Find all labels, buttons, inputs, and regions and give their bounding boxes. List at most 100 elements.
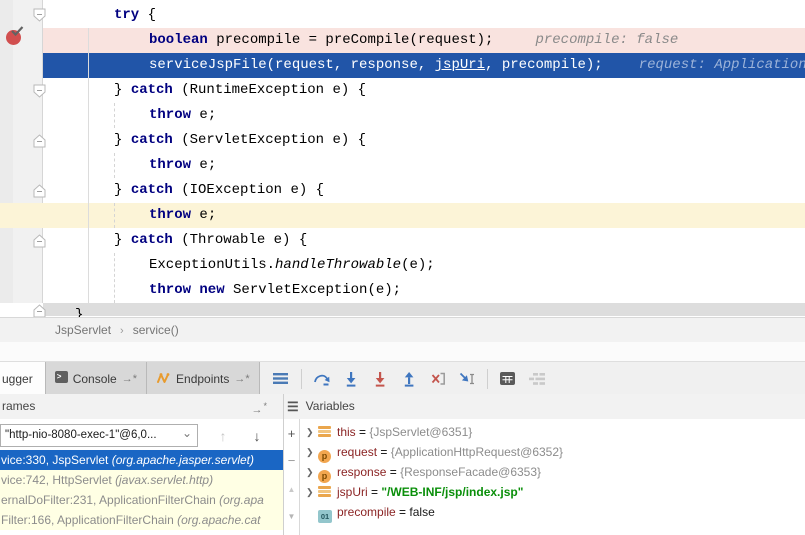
tab-label: Endpoints	[176, 372, 229, 386]
code-line[interactable]: boolean precompile = preCompile(request)…	[43, 28, 805, 53]
equals-sign: =	[356, 425, 370, 439]
drop-frame-button[interactable]	[429, 370, 447, 388]
fold-marker-up-icon[interactable]	[33, 234, 46, 248]
code-editor[interactable]: try {boolean precompile = preCompile(req…	[0, 0, 805, 317]
expand-chevron-icon[interactable]: ❯	[306, 442, 314, 462]
variable-row[interactable]: 01precompile = false	[300, 502, 805, 522]
code-token: catch	[131, 82, 173, 98]
fold-marker-up-icon[interactable]	[33, 304, 46, 317]
code-token: , precompile);	[485, 57, 603, 73]
code-token: throw	[149, 207, 191, 223]
code-token: throw	[149, 107, 191, 123]
code-token: throw	[149, 157, 191, 173]
code-token: jspUri	[435, 57, 485, 73]
thread-dropdown[interactable]: "http-nio-8080-exec-1"@6,0... ⌄	[0, 424, 198, 447]
code-line[interactable]: throw new ServletException(e);	[43, 278, 805, 303]
step-out-button[interactable]	[400, 370, 418, 388]
code-token: {	[139, 7, 156, 23]
layout-settings-button[interactable]	[528, 370, 546, 388]
code-token: }	[114, 182, 131, 198]
parameter-icon: p	[318, 465, 331, 478]
code-line[interactable]: } catch (ServletException e) {	[43, 128, 805, 153]
tab-ugger[interactable]: ugger	[0, 362, 46, 395]
remove-button[interactable]: −	[288, 452, 296, 470]
variable-name: this	[337, 425, 356, 439]
variable-row[interactable]: ❯presponse = {ResponseFacade@6353}	[300, 462, 805, 482]
frame-row[interactable]: vice:742, HttpServlet (javax.servlet.htt…	[0, 470, 283, 490]
arrow-up-button[interactable]: ↑	[210, 428, 236, 444]
code-line[interactable]: }	[43, 303, 805, 317]
editor-gutter[interactable]	[0, 0, 43, 303]
code-area[interactable]: try {boolean precompile = preCompile(req…	[43, 0, 805, 317]
frame-package: (org.apache.jasper.servlet)	[112, 453, 254, 467]
frame-row[interactable]: Filter:166, ApplicationFilterChain (org.…	[0, 510, 283, 530]
code-line[interactable]: try {	[43, 3, 805, 28]
frame-location: vice:330, JspServlet	[1, 453, 112, 467]
breadcrumb-item[interactable]: JspServlet	[55, 318, 111, 342]
tab-endpoints[interactable]: Endpoints→*	[147, 362, 260, 395]
menu-icon[interactable]: ☰	[287, 400, 299, 413]
fold-marker-down-icon[interactable]	[33, 84, 46, 98]
frame-row[interactable]: vice:330, JspServlet (org.apache.jasper.…	[0, 450, 283, 470]
frame-location: Filter:166, ApplicationFilterChain	[1, 513, 177, 527]
arrow-down-button[interactable]: ↓	[244, 428, 270, 444]
frame-row[interactable]: ernalDoFilter:231, ApplicationFilterChai…	[0, 490, 283, 510]
hamburger-menu-button[interactable]	[272, 370, 290, 388]
tri-down-button[interactable]: ▼	[288, 506, 296, 524]
code-line[interactable]: throw e;	[43, 153, 805, 178]
code-token: e;	[191, 207, 216, 223]
code-token: e;	[191, 157, 216, 173]
step-actions	[272, 362, 546, 395]
evaluate-expression-button[interactable]	[499, 370, 517, 388]
frames-header: rames →*	[0, 394, 283, 419]
run-to-cursor-button[interactable]	[458, 370, 476, 388]
expand-chevron-icon[interactable]: ❯	[306, 482, 314, 502]
variable-row[interactable]: ❯prequest = {ApplicationHttpRequest@6352…	[300, 442, 805, 462]
code-token: boolean	[149, 32, 208, 48]
code-token: try	[114, 7, 139, 23]
add-button[interactable]: +	[288, 425, 296, 443]
code-line[interactable]: } catch (IOException e) {	[43, 178, 805, 203]
code-token: precompile = preCompile(request);	[208, 32, 494, 48]
frame-location: vice:742, HttpServlet	[1, 473, 115, 487]
variable-row[interactable]: ❯jspUri = "/WEB-INF/jsp/index.jsp"	[300, 482, 805, 502]
code-line[interactable]: ExceptionUtils.handleThrowable(e);	[43, 253, 805, 278]
frame-location: ernalDoFilter:231, ApplicationFilterChai…	[1, 493, 219, 507]
force-step-into-button[interactable]	[371, 370, 389, 388]
code-line[interactable]: throw e;	[43, 203, 805, 228]
breadcrumb: JspServlet›service()	[0, 317, 805, 342]
fold-marker-up-icon[interactable]	[33, 184, 46, 198]
ide-window: try {boolean precompile = preCompile(req…	[0, 0, 805, 535]
frame-package: (javax.servlet.http)	[115, 473, 213, 487]
code-token: }	[114, 82, 131, 98]
endpoints-icon	[156, 371, 171, 387]
thread-dropdown-value: "http-nio-8080-exec-1"@6,0...	[5, 429, 157, 441]
tab-label: Console	[73, 372, 117, 386]
code-line[interactable]: serviceJspFile(request, response, jspUri…	[43, 53, 805, 78]
gutter-strip	[0, 0, 13, 303]
frames-title: rames	[2, 399, 35, 413]
expand-chevron-icon[interactable]: ❯	[306, 462, 314, 482]
fold-marker-up-icon[interactable]	[33, 134, 46, 148]
thread-row: "http-nio-8080-exec-1"@6,0... ⌄ ↑ ↓	[0, 424, 283, 447]
code-token: catch	[131, 182, 173, 198]
breakpoint-verified-icon[interactable]	[6, 29, 22, 45]
code-line[interactable]: } catch (RuntimeException e) {	[43, 78, 805, 103]
variable-entry: this = {JspServlet@6351}	[337, 422, 472, 442]
step-into-button[interactable]	[342, 370, 360, 388]
expand-chevron-icon[interactable]: ❯	[306, 422, 314, 442]
step-over-button[interactable]	[313, 370, 331, 388]
frames-panel: rames →* "http-nio-8080-exec-1"@6,0... ⌄…	[0, 394, 284, 535]
code-line[interactable]: } catch (Throwable e) {	[43, 228, 805, 253]
code-token: (ServletException e) {	[173, 132, 366, 148]
variable-row[interactable]: ❯ this = {JspServlet@6351}	[300, 422, 805, 442]
code-token: e;	[191, 107, 216, 123]
tri-up-button[interactable]: ▲	[288, 479, 296, 497]
fold-marker-down-icon[interactable]	[33, 8, 46, 22]
tab-label: ugger	[2, 372, 33, 386]
breadcrumb-item[interactable]: service()	[133, 318, 179, 342]
code-token: catch	[131, 132, 173, 148]
code-line[interactable]: throw e;	[43, 103, 805, 128]
equals-sign: =	[386, 465, 400, 479]
tab-console[interactable]: >Console→*	[46, 362, 147, 395]
